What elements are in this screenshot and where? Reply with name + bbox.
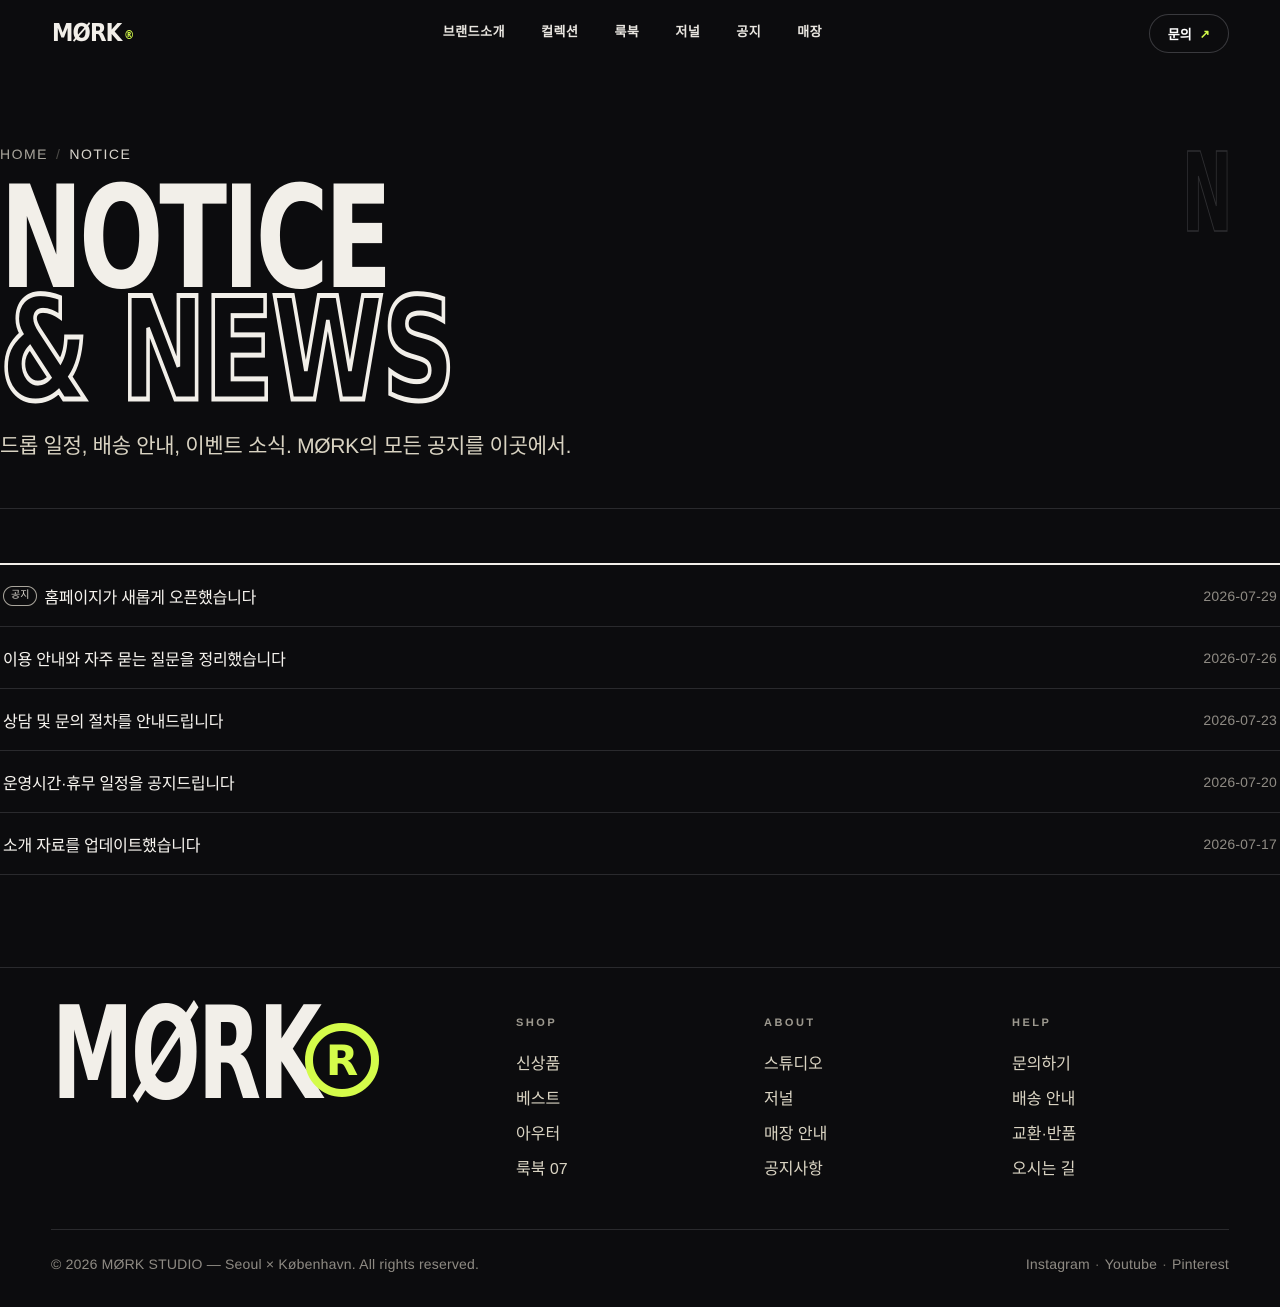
notice-title[interactable]: 홈페이지가 새롭게 오픈했습니다 <box>44 584 256 608</box>
logo-text: MØRK <box>52 18 122 47</box>
main-nav: 브랜드소개 컬렉션 룩북 저널 공지 매장 <box>443 24 822 42</box>
divider <box>0 508 1280 509</box>
footer-link[interactable]: 저널 <box>764 1090 827 1110</box>
notice-date: 2026-07-20 <box>1203 773 1277 790</box>
nav-brand[interactable]: 브랜드소개 <box>443 24 505 42</box>
notice-title[interactable]: 상담 및 문의 절차를 안내드립니다 <box>3 708 223 732</box>
site-logo[interactable]: MØRK ® <box>52 17 134 51</box>
footer-heading: HELP <box>1012 1017 1052 1029</box>
footer-heading: ABOUT <box>764 1017 816 1029</box>
footer-logo-text: MØRK <box>52 980 322 1129</box>
social-links: Instagram · Youtube · Pinterest <box>1026 1256 1229 1272</box>
footer-link[interactable]: 문의하기 <box>1012 1055 1076 1075</box>
footer-column-help: HELP 문의하기 배송 안내 교환·반품 오시는 길 <box>1012 1017 1076 1195</box>
site-header: MØRK ® 브랜드소개 컬렉션 룩북 저널 공지 매장 문의 ↗ <box>0 0 1280 66</box>
ghost-letter-decoration: N <box>1182 129 1233 257</box>
nav-collection[interactable]: 컬렉션 <box>541 24 578 42</box>
notice-date: 2026-07-26 <box>1203 649 1277 666</box>
notice-row[interactable]: 운영시간·휴무 일정을 공지드립니다 2026-07-20 <box>0 751 1280 813</box>
footer-divider <box>0 967 1280 968</box>
footer-link[interactable]: 스튜디오 <box>764 1055 827 1075</box>
footer-link[interactable]: 베스트 <box>516 1090 568 1110</box>
notice-title[interactable]: 소개 자료를 업데이트했습니다 <box>3 832 200 856</box>
footer-bottom-divider <box>51 1229 1229 1230</box>
page-title: NOTICE & NEWS <box>0 168 554 425</box>
footer-link[interactable]: 매장 안내 <box>764 1125 827 1145</box>
notice-title[interactable]: 이용 안내와 자주 묻는 질문을 정리했습니다 <box>3 646 286 670</box>
page-subtitle: 드롭 일정, 배송 안내, 이벤트 소식. MØRK의 모든 공지를 이곳에서. <box>0 435 572 458</box>
nav-store[interactable]: 매장 <box>797 24 822 42</box>
footer-column-shop: SHOP 신상품 베스트 아우터 룩북 07 <box>516 1017 568 1195</box>
notice-tag-badge: 공지 <box>3 585 38 606</box>
nav-lookbook[interactable]: 룩북 <box>615 24 640 42</box>
notice-date: 2026-07-17 <box>1203 835 1277 852</box>
registered-mark: ® <box>124 28 135 42</box>
notice-row[interactable]: 소개 자료를 업데이트했습니다 2026-07-17 <box>0 813 1280 875</box>
notice-title[interactable]: 운영시간·휴무 일정을 공지드립니다 <box>3 770 235 794</box>
social-pinterest[interactable]: Pinterest <box>1172 1256 1229 1272</box>
footer-link[interactable]: 아우터 <box>516 1125 568 1145</box>
social-instagram[interactable]: Instagram <box>1026 1256 1090 1272</box>
notice-row[interactable]: 공지 홈페이지가 새롭게 오픈했습니다 2026-07-29 <box>0 565 1280 627</box>
arrow-up-right-icon: ↗ <box>1199 26 1210 41</box>
social-separator: · <box>1094 1256 1100 1272</box>
footer-link[interactable]: 공지사항 <box>764 1160 827 1180</box>
footer-link[interactable]: 교환·반품 <box>1012 1125 1076 1145</box>
copyright-text: © 2026 MØRK STUDIO — Seoul × København. … <box>51 1256 480 1272</box>
footer-link[interactable]: 배송 안내 <box>1012 1090 1076 1110</box>
footer-link[interactable]: 신상품 <box>516 1055 568 1075</box>
notice-date: 2026-07-23 <box>1203 711 1277 728</box>
notice-row[interactable]: 이용 안내와 자주 묻는 질문을 정리했습니다 2026-07-26 <box>0 627 1280 689</box>
social-youtube[interactable]: Youtube <box>1105 1256 1157 1272</box>
notice-row[interactable]: 상담 및 문의 절차를 안내드립니다 2026-07-23 <box>0 689 1280 751</box>
footer-link[interactable]: 룩북 07 <box>516 1160 568 1180</box>
contact-label: 문의 <box>1168 28 1192 43</box>
notice-date: 2026-07-29 <box>1203 587 1277 604</box>
title-line-2: & NEWS <box>0 268 458 433</box>
nav-journal[interactable]: 저널 <box>676 24 701 42</box>
footer-link[interactable]: 오시는 길 <box>1012 1160 1076 1180</box>
nav-notice[interactable]: 공지 <box>737 24 762 42</box>
footer-logo[interactable]: MØRK R <box>52 990 432 1120</box>
notice-list: 공지 홈페이지가 새롭게 오픈했습니다 2026-07-29 이용 안내와 자주… <box>0 565 1280 875</box>
footer-heading: SHOP <box>516 1017 558 1029</box>
social-separator: · <box>1162 1256 1167 1272</box>
contact-button[interactable]: 문의 ↗ <box>1149 14 1229 53</box>
footer-column-about: ABOUT 스튜디오 저널 매장 안내 공지사항 <box>764 1017 827 1195</box>
registered-badge-icon: R <box>305 1023 379 1097</box>
